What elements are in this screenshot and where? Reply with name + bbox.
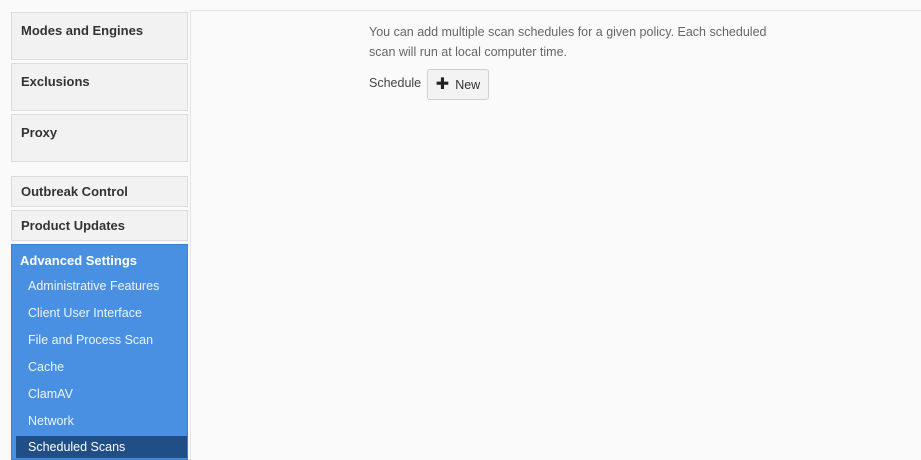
- sidebar-item-label: Outbreak Control: [21, 184, 128, 199]
- sidebar-item-label: Product Updates: [21, 218, 126, 233]
- main-top-divider: [190, 10, 921, 11]
- scheduled-scans-info-text: You can add multiple scan schedules for …: [369, 25, 767, 59]
- sidebar-subitem-scheduled-scans[interactable]: Scheduled Scans: [16, 436, 187, 458]
- new-schedule-button[interactable]: ✚ New: [427, 69, 489, 100]
- new-button-label: New: [455, 77, 481, 92]
- sidebar-subitem-file-and-process-scan[interactable]: File and Process Scan: [16, 329, 187, 351]
- sidebar-subitem-administrative-features[interactable]: Administrative Features: [16, 275, 187, 297]
- main-left-divider: [190, 10, 191, 460]
- advanced-settings-panel: Advanced Settings Administrative Feature…: [11, 244, 188, 460]
- sidebar-item-outbreak-control[interactable]: Outbreak Control: [11, 176, 188, 207]
- schedule-label: Schedule: [369, 76, 422, 90]
- advanced-settings-title[interactable]: Advanced Settings: [20, 253, 137, 268]
- sidebar-subitem-client-user-interface[interactable]: Client User Interface: [16, 302, 187, 324]
- sidebar-item-label: Modes and Engines: [21, 23, 144, 38]
- sidebar-item-modes-and-engines[interactable]: Modes and Engines: [11, 12, 188, 60]
- sidebar: Modes and Engines Exclusions Proxy Outbr…: [0, 0, 190, 460]
- sidebar-subitem-network[interactable]: Network: [16, 410, 187, 432]
- sidebar-subitem-cache[interactable]: Cache: [16, 356, 187, 378]
- sidebar-item-label: Exclusions: [21, 74, 90, 89]
- sidebar-item-exclusions[interactable]: Exclusions: [11, 63, 188, 111]
- sidebar-item-label: Proxy: [21, 125, 58, 140]
- sidebar-subitem-clamav[interactable]: ClamAV: [16, 383, 187, 405]
- sidebar-item-product-updates[interactable]: Product Updates: [11, 210, 188, 241]
- sidebar-item-proxy[interactable]: Proxy: [11, 114, 188, 162]
- plus-icon: ✚: [435, 75, 450, 93]
